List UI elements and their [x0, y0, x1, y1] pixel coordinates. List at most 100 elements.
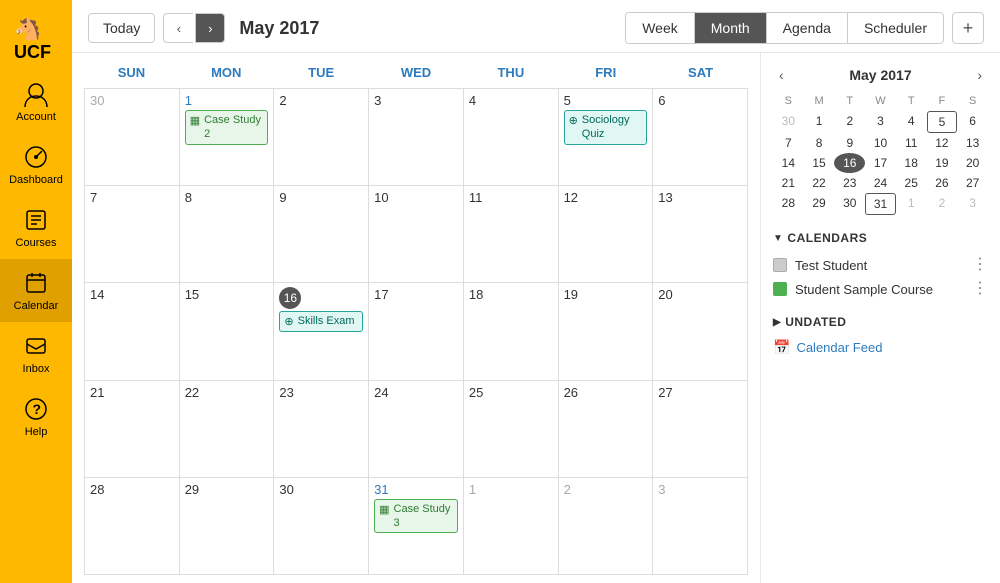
today-button[interactable]: Today [88, 13, 155, 43]
mini-day[interactable]: 30 [834, 193, 865, 215]
sample-course-color [773, 282, 787, 296]
next-month-button[interactable]: › [195, 13, 225, 43]
event-sociology-quiz[interactable]: ⊕ Sociology Quiz [564, 110, 648, 145]
mini-day[interactable]: 6 [957, 111, 988, 133]
sidebar-item-calendar[interactable]: Calendar [0, 259, 72, 322]
sidebar-label-inbox: Inbox [23, 363, 50, 375]
mini-day-headers: S M T W T F S [773, 93, 988, 109]
sidebar-label-account: Account [16, 111, 56, 123]
main-content: Today ‹ › May 2017 Week Month Agenda Sch… [72, 0, 1000, 583]
mini-day[interactable]: 19 [927, 153, 958, 173]
mini-day[interactable]: 25 [896, 173, 927, 193]
table-row: 13 [653, 186, 748, 283]
table-row: 30 [274, 478, 369, 575]
mini-day[interactable]: 4 [896, 111, 927, 133]
undated-section: ▶ UNDATED [773, 315, 988, 329]
mini-day[interactable]: 5 [927, 111, 958, 133]
prev-month-button[interactable]: ‹ [163, 13, 193, 43]
mini-day[interactable]: 8 [804, 133, 835, 153]
event-case-study-2[interactable]: ▦ Case Study 2 [185, 110, 269, 145]
tab-week[interactable]: Week [626, 13, 695, 43]
table-row: 16 ⊕ Skills Exam [274, 283, 369, 380]
table-row: 9 [274, 186, 369, 283]
mini-day[interactable]: 1 [896, 193, 927, 215]
table-row: 15 [180, 283, 275, 380]
sidebar-item-inbox[interactable]: Inbox [0, 322, 72, 385]
table-row: 6 [653, 89, 748, 186]
sidebar-item-help[interactable]: ? Help [0, 385, 72, 448]
mini-day[interactable]: 7 [773, 133, 804, 153]
mini-prev-button[interactable]: ‹ [773, 65, 790, 85]
account-icon [22, 80, 50, 108]
table-row: 5 ⊕ Sociology Quiz [559, 89, 654, 186]
table-row: 25 [464, 381, 559, 478]
event-case-study-3[interactable]: ▦ Case Study 3 [374, 499, 458, 534]
mini-day[interactable]: 22 [804, 173, 835, 193]
tab-scheduler[interactable]: Scheduler [848, 13, 943, 43]
mini-cal-header: ‹ May 2017 › [773, 65, 988, 85]
undated-section-header[interactable]: ▶ UNDATED [773, 315, 988, 329]
sidebar-label-help: Help [25, 426, 48, 438]
mini-day[interactable]: 24 [865, 173, 896, 193]
mini-day[interactable]: 3 [957, 193, 988, 215]
mini-day-today[interactable]: 16 [834, 153, 865, 173]
tab-month[interactable]: Month [695, 13, 767, 43]
sidebar-label-calendar: Calendar [14, 300, 59, 312]
undated-label: UNDATED [785, 315, 846, 329]
mini-day[interactable]: 11 [896, 133, 927, 153]
mini-day[interactable]: 18 [896, 153, 927, 173]
mini-day[interactable]: 14 [773, 153, 804, 173]
undated-toggle-icon: ▶ [773, 317, 781, 328]
calendar-icon [22, 269, 50, 297]
tab-agenda[interactable]: Agenda [767, 13, 848, 43]
mini-day[interactable]: 1 [804, 111, 835, 133]
list-item-test-student: Test Student ⋮ [773, 253, 988, 277]
mini-day[interactable]: 31 [865, 193, 896, 215]
table-row: 22 [180, 381, 275, 478]
mini-day[interactable]: 2 [834, 111, 865, 133]
sample-course-menu-button[interactable]: ⋮ [972, 281, 988, 297]
mini-day[interactable]: 15 [804, 153, 835, 173]
assignment-icon: ▦ [190, 114, 200, 127]
mini-day[interactable]: 2 [927, 193, 958, 215]
mini-day[interactable]: 29 [804, 193, 835, 215]
mini-day[interactable]: 10 [865, 133, 896, 153]
mini-day[interactable]: 13 [957, 133, 988, 153]
mini-day[interactable]: 21 [773, 173, 804, 193]
right-sidebar: ‹ May 2017 › S M T W T F S 30 1 2 [760, 53, 1000, 583]
day-headers: SUN MON TUE WED THU FRI SAT [84, 61, 748, 84]
table-row: 28 [85, 478, 180, 575]
table-row: 21 [85, 381, 180, 478]
mini-day[interactable]: 12 [927, 133, 958, 153]
event-skills-exam[interactable]: ⊕ Skills Exam [279, 311, 363, 331]
add-event-button[interactable]: + [952, 12, 984, 44]
calendars-label: CALENDARS [787, 231, 867, 245]
mini-day[interactable]: 9 [834, 133, 865, 153]
inbox-icon [22, 332, 50, 360]
mini-day[interactable]: 17 [865, 153, 896, 173]
sidebar-item-courses[interactable]: Courses [0, 196, 72, 259]
day-header-fri: FRI [558, 61, 653, 84]
view-tabs: Week Month Agenda Scheduler [625, 12, 944, 44]
mini-day[interactable]: 30 [773, 111, 804, 133]
sidebar-item-dashboard[interactable]: Dashboard [0, 133, 72, 196]
calendar-feed-label: Calendar Feed [796, 340, 882, 355]
mini-day[interactable]: 20 [957, 153, 988, 173]
sidebar-item-account[interactable]: Account [0, 70, 72, 133]
mini-day[interactable]: 3 [865, 111, 896, 133]
sidebar-label-dashboard: Dashboard [9, 174, 63, 186]
test-student-menu-button[interactable]: ⋮ [972, 257, 988, 273]
table-row: 2 [559, 478, 654, 575]
table-row: 2 [274, 89, 369, 186]
mini-day[interactable]: 28 [773, 193, 804, 215]
table-row: 11 [464, 186, 559, 283]
current-month-label: May 2017 [239, 18, 319, 39]
mini-day[interactable]: 26 [927, 173, 958, 193]
mini-day[interactable]: 27 [957, 173, 988, 193]
calendars-section-header[interactable]: ▼ CALENDARS [773, 231, 988, 245]
table-row: 1 ▦ Case Study 2 [180, 89, 275, 186]
calendar-feed-link[interactable]: 📅 Calendar Feed [773, 339, 988, 356]
mini-day[interactable]: 23 [834, 173, 865, 193]
mini-next-button[interactable]: › [971, 65, 988, 85]
svg-text:🐴: 🐴 [14, 16, 41, 41]
